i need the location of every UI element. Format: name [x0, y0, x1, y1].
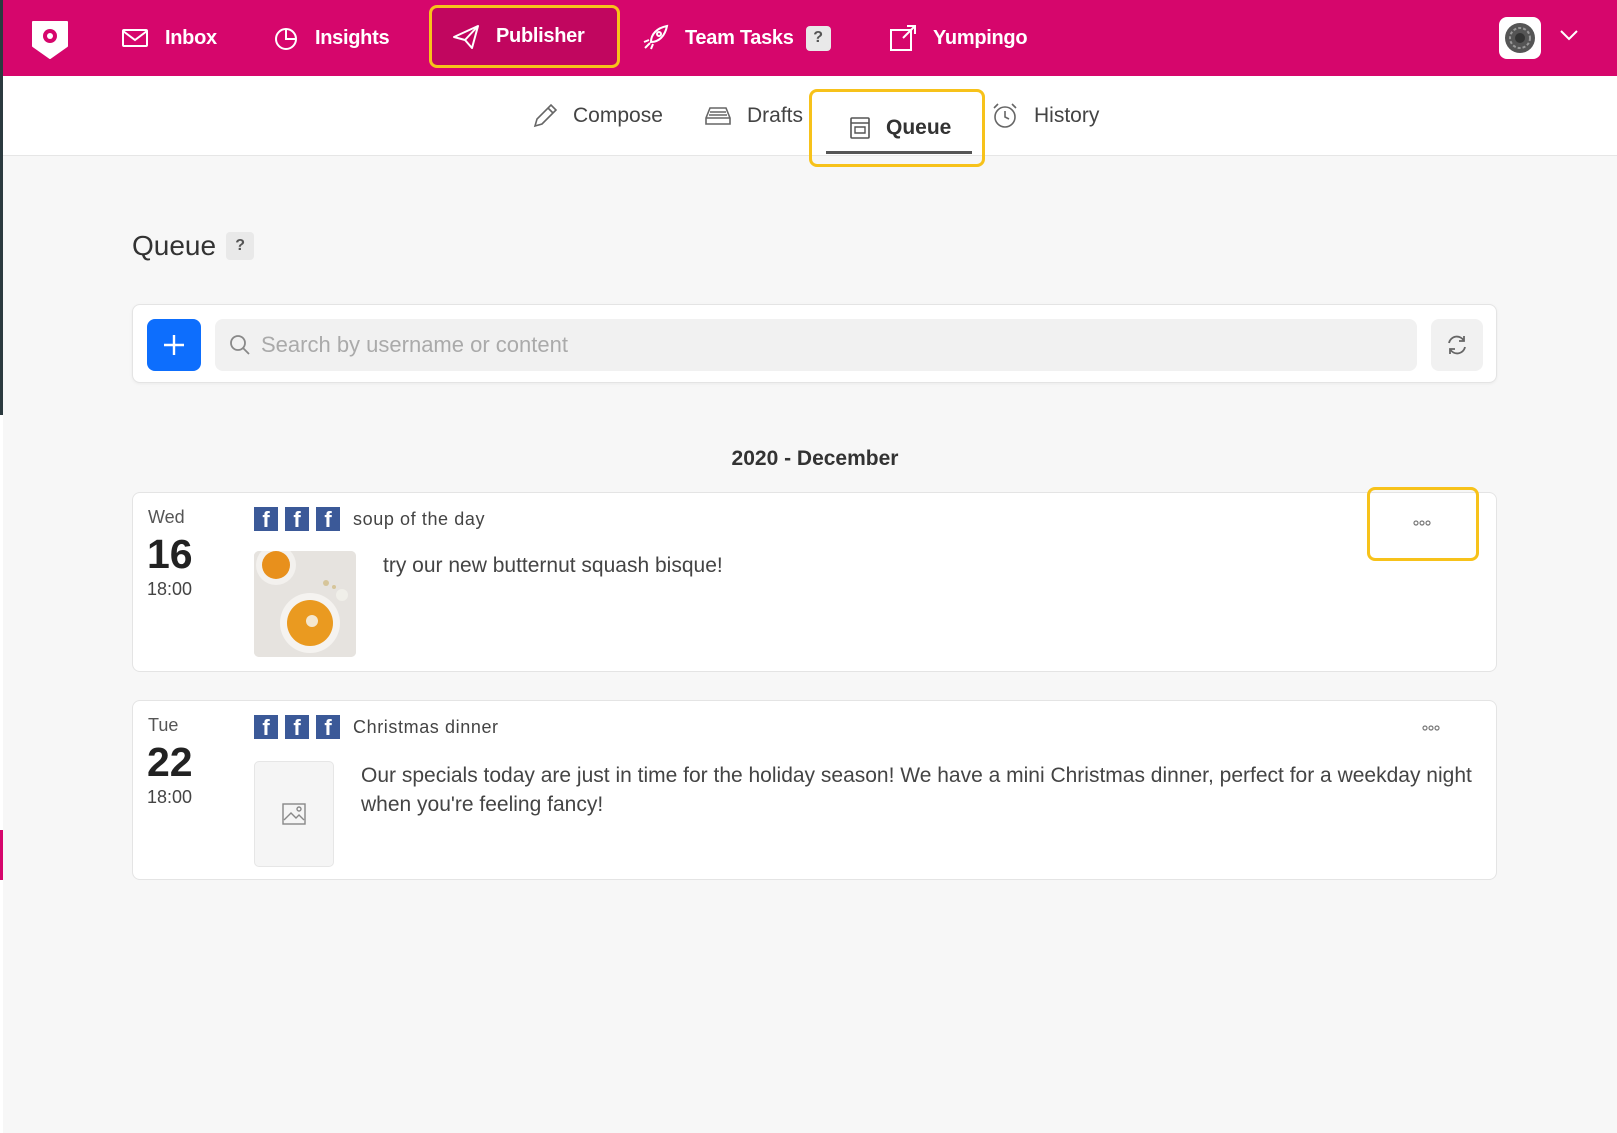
- nav-item-publisher[interactable]: Publisher: [429, 5, 620, 68]
- refresh-icon: [1448, 335, 1466, 355]
- post-day: Wed: [148, 507, 185, 527]
- user-avatar[interactable]: [1499, 17, 1541, 59]
- tab-compose[interactable]: Compose: [531, 76, 663, 156]
- tab-label: Drafts: [747, 104, 804, 127]
- tab-label: Queue: [886, 116, 952, 139]
- post-content: try our new butternut squash bisque!: [383, 554, 723, 577]
- post-image-placeholder[interactable]: [254, 761, 334, 867]
- pie-chart-icon: [275, 28, 297, 50]
- publisher-subnav: Compose Drafts Queue History: [3, 76, 1617, 167]
- post-time: 18:00: [147, 787, 193, 807]
- page-title: Queue ?: [132, 230, 255, 262]
- facebook-icon: f: [285, 507, 309, 531]
- post-date: 16: [147, 531, 193, 577]
- tab-label: Compose: [573, 104, 663, 127]
- nav-item-label: Yumpingo: [933, 26, 1028, 49]
- tab-label: History: [1034, 104, 1100, 127]
- month-header: 2020 - December: [731, 447, 899, 470]
- nav-item-inbox[interactable]: Inbox: [121, 0, 217, 76]
- post-image-thumbnail[interactable]: [254, 551, 356, 657]
- search-icon: [230, 335, 250, 355]
- chevron-down-icon[interactable]: [1559, 28, 1579, 42]
- facebook-icon: f: [316, 715, 340, 739]
- facebook-icon: f: [254, 507, 278, 531]
- post-date: 22: [147, 739, 193, 785]
- page-title-text: Queue: [132, 230, 217, 261]
- nav-item-label: Team Tasks: [685, 26, 794, 49]
- team-tasks-help-badge[interactable]: ?: [805, 25, 831, 51]
- background-window-edge: [0, 0, 3, 1133]
- soup-bowls-image: [254, 551, 356, 657]
- calendar-icon: [850, 117, 870, 139]
- post-more-options-button[interactable]: [1402, 508, 1442, 538]
- queued-post[interactable]: Tue 22 18:00 f f f Christmas dinner Our …: [132, 700, 1497, 880]
- search-box[interactable]: [215, 319, 1417, 371]
- post-title: Christmas dinner: [353, 716, 499, 737]
- queue-toolbar: [132, 304, 1497, 383]
- add-post-button[interactable]: [147, 319, 201, 371]
- more-dots-icon: [1413, 520, 1431, 526]
- more-dots-icon: [1422, 725, 1440, 731]
- top-navigation-bar: Inbox Insights Publisher Team Tasks ? Yu…: [3, 0, 1617, 76]
- post-title: soup of the day: [353, 508, 486, 529]
- page-help-badge[interactable]: ?: [226, 232, 255, 260]
- pencil-icon: [533, 103, 558, 128]
- background-window-pink-area: [0, 830, 3, 880]
- post-actions-highlight: [1367, 487, 1479, 561]
- plus-icon: [164, 335, 184, 355]
- alarm-clock-icon: [993, 103, 1017, 128]
- nav-item-yumpingo[interactable]: Yumpingo: [889, 0, 1028, 76]
- tray-icon: [705, 107, 731, 125]
- active-tab-indicator: [826, 151, 972, 154]
- nav-item-insights[interactable]: Insights: [273, 0, 390, 76]
- rocket-icon: [643, 24, 669, 50]
- search-input[interactable]: [261, 332, 1411, 358]
- facebook-icon: f: [254, 715, 278, 739]
- image-placeholder-icon: [282, 803, 306, 825]
- facebook-icon: f: [285, 715, 309, 739]
- facebook-icon: f: [316, 507, 340, 531]
- queued-post[interactable]: Wed 16 18:00 f f f soup of the day try o…: [132, 487, 1497, 672]
- avatar-logo-icon: [1505, 23, 1535, 53]
- refresh-button[interactable]: [1431, 319, 1483, 371]
- app-logo-icon[interactable]: [29, 18, 71, 60]
- post-networks: f f f soup of the day: [254, 507, 485, 531]
- mail-icon: [122, 29, 148, 47]
- nav-item-label: Publisher: [496, 25, 585, 47]
- post-time: 18:00: [147, 579, 193, 599]
- nav-item-label: Inbox: [165, 26, 217, 49]
- post-networks: f f f Christmas dinner: [254, 715, 499, 739]
- paper-plane-icon: [453, 24, 479, 49]
- external-link-icon: [890, 25, 916, 51]
- tab-drafts[interactable]: Drafts: [703, 76, 803, 156]
- post-more-options-button[interactable]: [1411, 713, 1451, 743]
- post-content: Our specials today are just in time for …: [361, 764, 1472, 816]
- nav-item-label: Insights: [315, 26, 390, 49]
- tab-history[interactable]: History: [990, 76, 1099, 156]
- tab-queue[interactable]: Queue: [809, 89, 985, 167]
- nav-item-team-tasks[interactable]: Team Tasks ?: [641, 0, 831, 76]
- post-day: Tue: [148, 715, 179, 735]
